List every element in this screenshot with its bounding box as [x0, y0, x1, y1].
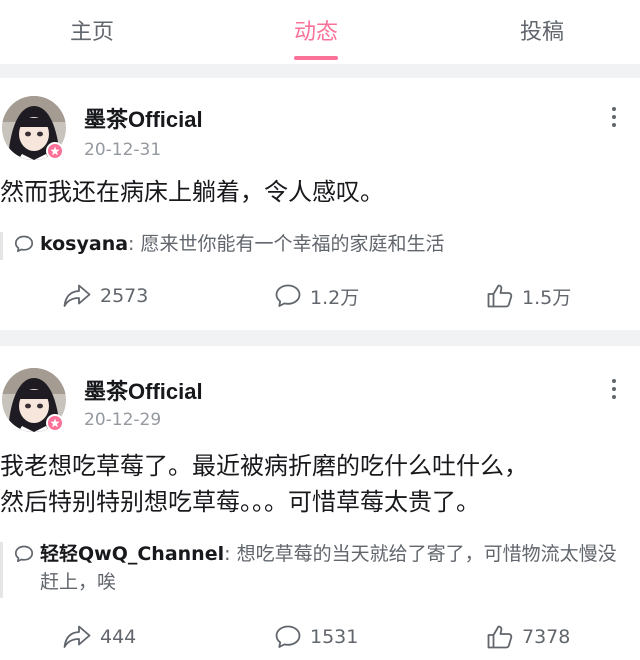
comment-separator: : — [224, 543, 231, 565]
comment-text: 轻轻QwQ_Channel: 想吃草莓的当天就给了寄了，可惜物流太慢没赶上，唉 — [40, 540, 635, 596]
comment-bubble-icon — [14, 235, 34, 253]
comment-button[interactable]: 1.2万 — [274, 281, 359, 311]
comment-text: kosyana: 愿来世你能有一个幸福的家庭和生活 — [40, 230, 635, 258]
share-icon — [63, 625, 91, 648]
verified-badge-icon — [46, 414, 64, 432]
comment-button[interactable]: 1531 — [274, 622, 358, 652]
share-count: 2573 — [100, 285, 149, 307]
comment-icon — [275, 284, 301, 307]
post-text-line: 然而我还在病床上躺着，令人感叹。 — [0, 178, 384, 206]
like-count: 1.5万 — [522, 286, 572, 309]
comment-bar — [0, 232, 3, 260]
like-button[interactable]: 1.5万 — [486, 281, 571, 311]
post-text-line: 我老想吃草莓了。最近被病折磨的吃什么吐什么， — [0, 452, 528, 480]
share-icon — [63, 284, 91, 307]
comment-user[interactable]: 轻轻QwQ_Channel — [40, 543, 224, 565]
post-date: 20-12-31 — [84, 140, 162, 160]
tab-submissions[interactable]: 投稿 — [482, 14, 602, 46]
thumbs-up-icon — [487, 284, 513, 308]
like-button[interactable]: 7378 — [486, 622, 570, 652]
tab-dynamics[interactable]: 动态 — [256, 14, 376, 46]
post-text: 然而我还在病床上躺着，令人感叹。 — [0, 174, 640, 210]
verified-badge-icon — [46, 142, 64, 160]
post-date: 20-12-29 — [84, 410, 162, 430]
comment-body: 愿来世你能有一个幸福的家庭和生活 — [140, 233, 445, 255]
post-text-line: 然后特别特别想吃草莓。。。可惜草莓太贵了。 — [0, 488, 480, 516]
comment-bubble-icon — [14, 545, 34, 563]
share-count: 444 — [100, 626, 137, 648]
like-count: 7378 — [522, 626, 571, 648]
hot-comment[interactable]: 轻轻QwQ_Channel: 想吃草莓的当天就给了寄了，可惜物流太慢没赶上，唉 — [0, 540, 640, 602]
comment-user[interactable]: kosyana — [40, 233, 128, 255]
tab-home[interactable]: 主页 — [32, 14, 152, 46]
comment-bar — [0, 542, 3, 598]
hot-comment[interactable]: kosyana: 愿来世你能有一个幸福的家庭和生活 — [0, 230, 640, 264]
comment-count: 1531 — [310, 626, 359, 648]
share-button[interactable]: 444 — [62, 622, 136, 652]
username[interactable]: 墨茶Official — [84, 102, 203, 134]
username[interactable]: 墨茶Official — [84, 374, 203, 406]
more-options-icon[interactable] — [606, 104, 622, 130]
share-button[interactable]: 2573 — [62, 281, 148, 311]
post-text: 我老想吃草莓了。最近被病折磨的吃什么吐什么， 然后特别特别想吃草莓。。。可惜草莓… — [0, 448, 640, 520]
active-tab-indicator — [294, 56, 338, 60]
tab-bar: 主页 动态 投稿 — [0, 0, 640, 64]
post-card: 墨茶Official 20-12-29 我老想吃草莓了。最近被病折磨的吃什么吐什… — [0, 346, 640, 660]
thumbs-up-icon — [487, 625, 513, 649]
post-card: 墨茶Official 20-12-31 然而我还在病床上躺着，令人感叹。 kos… — [0, 78, 640, 330]
more-options-icon[interactable] — [606, 376, 622, 402]
comment-count: 1.2万 — [310, 286, 360, 309]
comment-icon — [275, 625, 301, 648]
